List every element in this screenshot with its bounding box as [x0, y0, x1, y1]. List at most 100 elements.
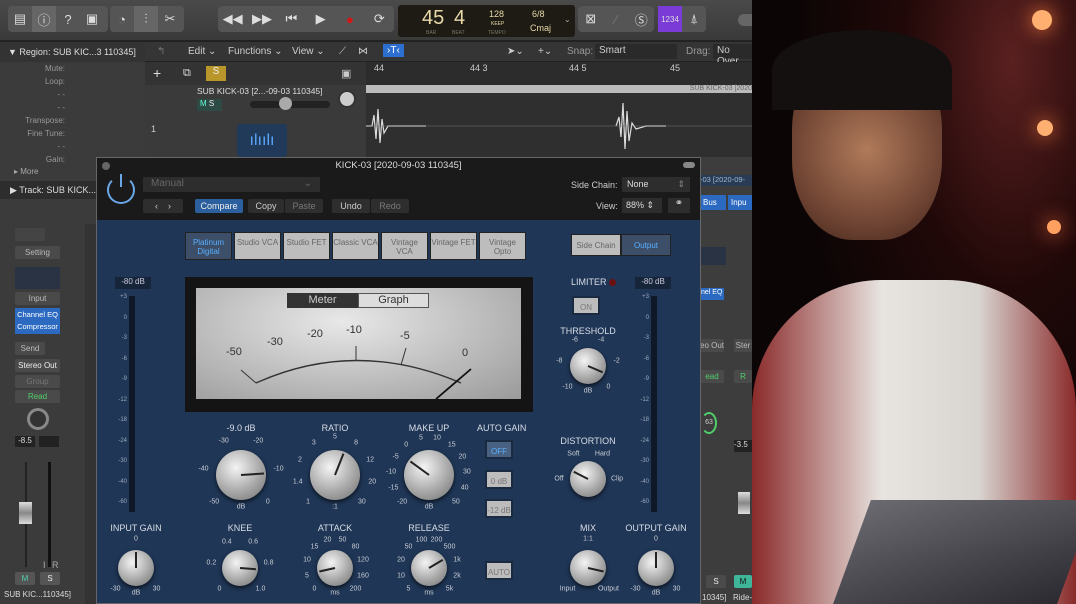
fine-tune-row[interactable]: Fine Tune:	[0, 129, 145, 142]
output-view-button[interactable]: Output	[621, 234, 671, 256]
gain-slot[interactable]	[15, 228, 45, 241]
library-icon[interactable]: ▤	[8, 6, 32, 32]
input-monitor-button[interactable]: I	[43, 560, 46, 570]
snap-select[interactable]: Smart	[595, 44, 677, 59]
back-icon[interactable]: ↰	[157, 46, 165, 57]
pan-knob[interactable]: 63	[701, 412, 717, 434]
volume-fader[interactable]	[738, 492, 750, 514]
eq-thumbnail[interactable]	[700, 247, 726, 265]
attack-knob[interactable]	[317, 550, 353, 586]
mute-button[interactable]: M	[734, 575, 752, 588]
mix-knob[interactable]	[570, 550, 606, 586]
duplicate-track-icon[interactable]: ⧉	[183, 67, 191, 80]
pan-knob[interactable]	[27, 408, 49, 430]
track-volume-handle[interactable]	[279, 97, 292, 110]
marquee-tool-icon[interactable]: +⌄	[538, 46, 552, 57]
audio-fx-slots[interactable]: Channel EQ Compressor	[15, 308, 60, 334]
group-slot[interactable]: Group	[15, 375, 60, 388]
bus-slot[interactable]: Bus	[700, 195, 726, 210]
circuit-vintage-fet-button[interactable]: Vintage FET	[430, 232, 477, 260]
eq-thumbnail[interactable]	[15, 267, 60, 289]
resize-button[interactable]	[683, 162, 695, 168]
functions-menu[interactable]: Functions ⌄	[228, 46, 283, 57]
power-icon[interactable]	[107, 174, 135, 204]
inspector-icon[interactable]: ⓘ	[32, 6, 56, 32]
output-gain-knob[interactable]	[638, 550, 674, 586]
channel-eq-slot[interactable]: Channel EQ	[15, 309, 60, 321]
chevron-down-icon[interactable]: ⌄	[564, 15, 571, 24]
input-gain-knob[interactable]	[118, 550, 154, 586]
distortion-knob[interactable]	[570, 461, 606, 497]
forward-icon[interactable]: ▶▶	[250, 6, 274, 32]
solo-button[interactable]: S	[40, 572, 60, 585]
make-up-knob[interactable]	[404, 450, 454, 500]
circuit-classic-vca-button[interactable]: Classic VCA	[332, 232, 379, 260]
side-chain-view-button[interactable]: Side Chain	[571, 234, 621, 256]
edit-menu[interactable]: Edit ⌄	[188, 46, 216, 57]
redo-button[interactable]: Redo	[371, 199, 409, 213]
auto-release-button[interactable]: AUTO	[485, 561, 513, 580]
mute-row[interactable]: Mute:	[0, 64, 145, 77]
count-in-button[interactable]: 1234	[658, 6, 682, 32]
circuit-vintage-vca-button[interactable]: Vintage VCA	[381, 232, 428, 260]
previous-preset-icon[interactable]: ‹	[155, 201, 158, 211]
add-track-icon[interactable]: +	[153, 65, 161, 81]
flex-icon[interactable]: ⋈	[358, 46, 368, 57]
copy-button[interactable]: Copy	[248, 199, 284, 213]
editors-icon[interactable]: ✂	[158, 6, 182, 32]
setting-button[interactable]: Setting	[15, 246, 60, 259]
pointer-tool-icon[interactable]: ➤⌄	[507, 46, 524, 57]
collapse-icon[interactable]: ▣	[341, 67, 351, 80]
compressor-slot[interactable]: Compressor	[15, 321, 60, 333]
input-slot[interactable]: Inpu	[728, 195, 752, 210]
help-icon[interactable]: ?	[56, 6, 80, 32]
paste-button[interactable]: Paste	[285, 199, 323, 213]
auto-gain-minus12db-button[interactable]: -12 dB	[485, 499, 513, 518]
metronome-icon[interactable]: ⍋	[682, 6, 706, 32]
pencil-icon[interactable]: ∕	[604, 6, 628, 32]
next-preset-icon[interactable]: ›	[168, 201, 171, 211]
drag-select[interactable]: No Over	[713, 44, 752, 67]
ruler[interactable]: 44 44 3 44 5 45	[366, 62, 752, 85]
view-zoom-select[interactable]: 88% ⇕	[622, 198, 662, 213]
loop-row[interactable]: Loop:	[0, 77, 145, 90]
volume-slider[interactable]	[738, 14, 752, 26]
toolbar-icon[interactable]: ▣	[80, 6, 104, 32]
audio-region-header[interactable]: SUB KICK-03 [2020	[366, 85, 752, 93]
automation-mode[interactable]: Read	[15, 390, 60, 403]
link-icon[interactable]: ⚭	[668, 198, 690, 213]
automation-icon[interactable]: ⟋	[339, 46, 346, 57]
solo-icon[interactable]: Ⓢ	[629, 6, 653, 32]
channel-eq-slot[interactable]: nel EQ	[700, 288, 724, 300]
track-lane[interactable]: SUB KICK-03 [2020	[366, 85, 752, 157]
record-icon[interactable]: ●	[338, 6, 362, 32]
automation-mode[interactable]: ead	[700, 370, 724, 383]
record-enable-button[interactable]: R	[52, 560, 59, 570]
send-slot[interactable]: Send	[15, 342, 45, 355]
global-solo-button[interactable]: S	[206, 66, 226, 81]
circuit-platinum-digital-button[interactable]: Platinum Digital	[185, 232, 232, 260]
side-chain-select[interactable]: None ⇕	[622, 177, 690, 192]
region-header[interactable]: ▼ Region: SUB KIC...3 110345]	[0, 42, 145, 62]
auto-gain-off-button[interactable]: OFF	[485, 440, 513, 459]
limiter-on-button[interactable]: ON	[572, 296, 600, 315]
circuit-studio-fet-button[interactable]: Studio FET	[283, 232, 330, 260]
catch-icon[interactable]: ›T‹	[383, 44, 404, 57]
track-pan-knob[interactable]	[338, 90, 356, 108]
smart-controls-icon[interactable]: ◔	[110, 6, 134, 32]
circuit-studio-vca-button[interactable]: Studio VCA	[234, 232, 281, 260]
lcd-display[interactable]: 45 4 BAR BEAT 128 KEEP TEMPO 6/8 Cmaj ⌄	[398, 5, 575, 37]
release-knob[interactable]	[411, 550, 447, 586]
limiter-threshold-knob[interactable]	[570, 348, 606, 384]
output-slot[interactable]: eo Out	[700, 339, 724, 352]
rewind-icon[interactable]: ◀◀	[221, 6, 245, 32]
ratio-knob[interactable]	[310, 450, 360, 500]
auto-gain-0db-button[interactable]: 0 dB	[485, 470, 513, 489]
track-solo-button[interactable]: S	[209, 99, 214, 108]
preset-menu[interactable]: Manual ⌄	[143, 177, 320, 192]
automation-mode[interactable]: R	[734, 370, 752, 383]
cycle-icon[interactable]: ⟳	[367, 6, 391, 32]
replace-icon[interactable]: ⊠	[579, 6, 603, 32]
knee-knob[interactable]	[222, 550, 258, 586]
mixer-icon[interactable]: ⫶	[134, 6, 158, 32]
